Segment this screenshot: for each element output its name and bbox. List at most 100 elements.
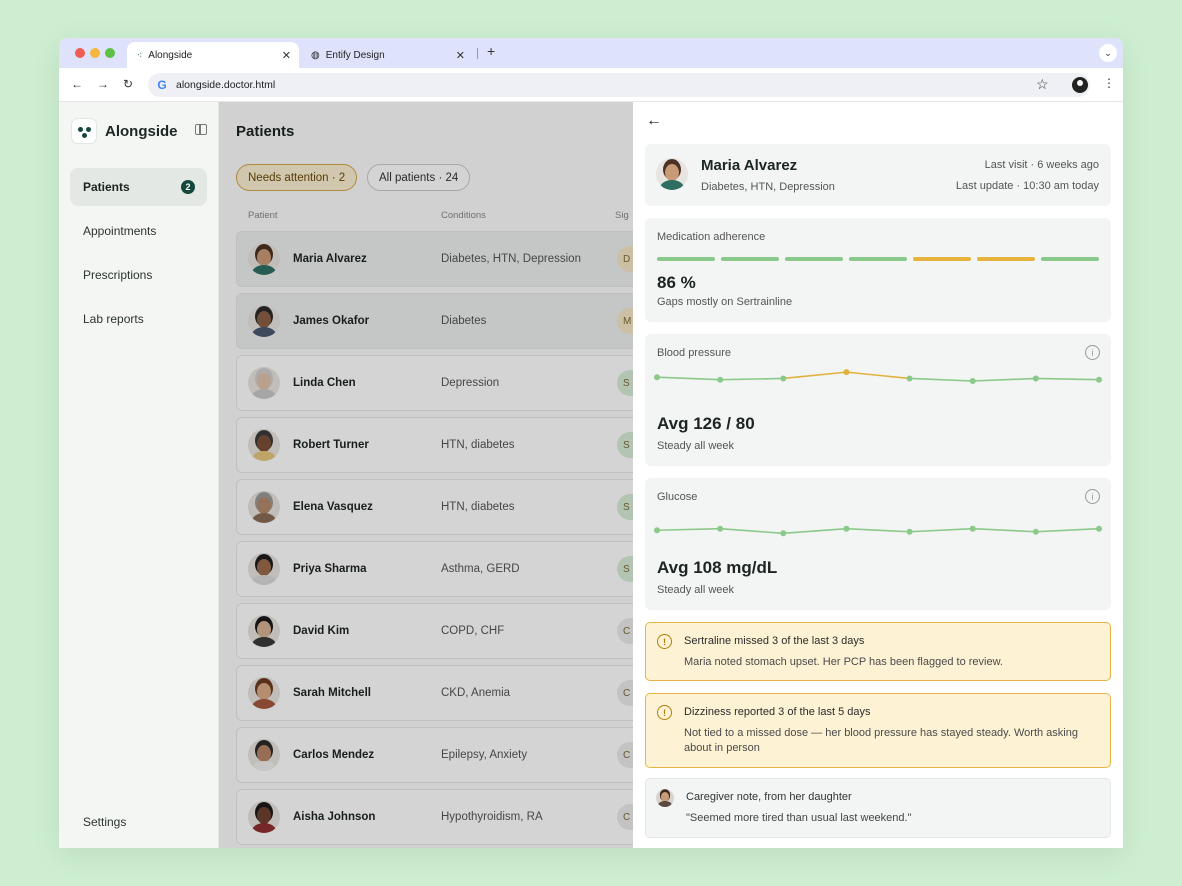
adherence-segment xyxy=(913,257,971,261)
new-tab-button[interactable]: + xyxy=(487,43,495,59)
alert-title: Dizziness reported 3 of the last 5 days xyxy=(684,706,871,718)
sparkline-point xyxy=(906,375,913,382)
sparkline-point xyxy=(843,369,850,376)
adherence-segment xyxy=(785,257,843,261)
caregiver-title: Caregiver note, from her daughter xyxy=(686,791,852,803)
address-bar[interactable]: G alongside.doctor.html xyxy=(148,73,1090,97)
forward-arrow-icon[interactable]: → xyxy=(97,77,109,91)
sparkline-segment xyxy=(783,527,847,535)
warning-icon: ! xyxy=(657,705,672,720)
tab-strip: ⁖ Alongside ✕ ◍ Entify Design ✕ + ⌄ xyxy=(59,38,1123,68)
back-arrow-icon[interactable]: ← xyxy=(71,77,83,91)
browser-toolbar: ← → ↻ G alongside.doctor.html ☆ ⋮ xyxy=(59,68,1123,102)
caregiver-avatar xyxy=(656,789,674,807)
sparkline-point xyxy=(654,527,660,534)
tab-search-button[interactable]: ⌄ xyxy=(1099,44,1117,62)
adherence-segment xyxy=(721,257,779,261)
reload-icon[interactable]: ↻ xyxy=(123,77,133,91)
bookmark-star-icon[interactable]: ☆ xyxy=(1036,76,1049,93)
adherence-note: Gaps mostly on Sertrainline xyxy=(657,296,793,308)
sparkline-point xyxy=(1096,525,1102,532)
sparkline-segment xyxy=(1035,377,1100,381)
sidebar-item-patients[interactable]: Patients 2 xyxy=(70,168,207,206)
caregiver-note: Caregiver note, from her daughter "Seeme… xyxy=(645,778,1111,838)
tab-entify-design[interactable]: ◍ Entify Design ✕ xyxy=(301,42,473,68)
alongside-favicon-icon: ⁖ xyxy=(137,49,143,60)
profile-avatar-icon[interactable] xyxy=(1072,77,1088,93)
sparkline-segment xyxy=(909,527,973,533)
sparkline-segment xyxy=(846,371,910,380)
glucose-note: Steady all week xyxy=(657,584,735,596)
sparkline-point xyxy=(717,376,724,383)
tab-alongside[interactable]: ⁖ Alongside ✕ xyxy=(127,42,299,68)
sparkline-point xyxy=(843,525,850,532)
alert-sertraline-missed[interactable]: ! Sertraline missed 3 of the last 3 days… xyxy=(645,622,1111,681)
glucose-average: Avg 108 mg/dL xyxy=(657,558,778,577)
minimize-window-button[interactable] xyxy=(90,48,100,58)
close-window-button[interactable] xyxy=(75,48,85,58)
glucose-label: Glucose xyxy=(657,491,698,503)
sidebar-item-lab-reports[interactable]: Lab reports xyxy=(70,300,207,338)
sidebar-item-label: Prescriptions xyxy=(83,268,153,282)
zoom-window-button[interactable] xyxy=(105,48,115,58)
sparkline-point xyxy=(654,374,660,381)
avatar xyxy=(656,158,688,190)
medication-adherence-card: Medication adherence 86 % Gaps mostly on… xyxy=(645,218,1111,322)
sidebar-item-appointments[interactable]: Appointments xyxy=(70,212,207,250)
alert-dizziness[interactable]: ! Dizziness reported 3 of the last 5 day… xyxy=(645,693,1111,768)
sidebar-item-prescriptions[interactable]: Prescriptions xyxy=(70,256,207,294)
warning-icon: ! xyxy=(657,634,672,649)
last-visit: Last visit · 6 weeks ago xyxy=(984,159,1099,171)
sidebar-item-label: Patients xyxy=(83,180,130,194)
sidebar-item-label: Lab reports xyxy=(83,312,144,326)
adherence-segment xyxy=(1041,257,1099,261)
sparkline-point xyxy=(969,378,976,384)
patient-detail-panel: ← Maria Alvarez Diabetes, HTN, Depressio… xyxy=(633,102,1123,848)
alert-title: Sertraline missed 3 of the last 3 days xyxy=(684,635,865,647)
glucose-card: Glucose i Avg 108 mg/dL Steady all week xyxy=(645,478,1111,610)
sparkline-segment xyxy=(656,527,721,532)
browser-menu-icon[interactable]: ⋮ xyxy=(1103,76,1115,90)
info-icon[interactable]: i xyxy=(1085,489,1100,504)
adherence-segment xyxy=(657,257,715,261)
bp-sparkline xyxy=(654,369,1102,384)
back-arrow-icon[interactable]: ← xyxy=(646,112,662,130)
sparkline-segment xyxy=(720,377,784,381)
bp-average: Avg 126 / 80 xyxy=(657,414,755,433)
sparkline-point xyxy=(1032,375,1039,382)
brand-logo-icon xyxy=(71,118,97,144)
sparkline-segment xyxy=(783,371,847,380)
blood-pressure-card: Blood pressure i Avg 126 / 80 Steady all… xyxy=(645,334,1111,466)
sparkline-point xyxy=(717,525,724,532)
tab-separator xyxy=(477,48,478,59)
sparkline-point xyxy=(1096,376,1102,383)
sparkline-segment xyxy=(909,377,973,382)
tab-title: Entify Design xyxy=(325,49,385,61)
sparkline-segment xyxy=(972,527,1036,533)
sidebar: Alongside Patients 2 Appointments Prescr… xyxy=(59,102,219,848)
google-icon: G xyxy=(157,78,167,92)
sidebar-toggle-icon[interactable] xyxy=(195,124,207,135)
sidebar-item-settings[interactable]: Settings xyxy=(70,803,207,841)
adherence-label: Medication adherence xyxy=(657,231,766,243)
sparkline-point xyxy=(969,525,976,532)
last-update: Last update · 10:30 am today xyxy=(955,180,1099,192)
tab-title: Alongside xyxy=(148,49,193,61)
adherence-segment xyxy=(977,257,1035,261)
sparkline-point xyxy=(780,530,787,537)
sparkline-point xyxy=(780,375,787,382)
close-tab-icon[interactable]: ✕ xyxy=(456,49,465,62)
adherence-segment xyxy=(849,257,907,261)
patients-count-badge: 2 xyxy=(181,180,195,194)
alert-body: Maria noted stomach upset. Her PCP has b… xyxy=(684,656,1003,668)
close-tab-icon[interactable]: ✕ xyxy=(282,49,291,62)
patient-name: Maria Alvarez xyxy=(701,157,798,174)
sidebar-item-label: Settings xyxy=(83,815,127,829)
bp-note: Steady all week xyxy=(657,440,735,452)
sparkline-segment xyxy=(846,527,910,533)
url-text: alongside.doctor.html xyxy=(176,79,276,91)
sparkline-segment xyxy=(656,376,721,381)
caregiver-quote: "Seemed more tired than usual last weeke… xyxy=(686,812,912,824)
sparkline-point xyxy=(906,528,913,535)
adherence-value: 86 % xyxy=(657,273,696,292)
